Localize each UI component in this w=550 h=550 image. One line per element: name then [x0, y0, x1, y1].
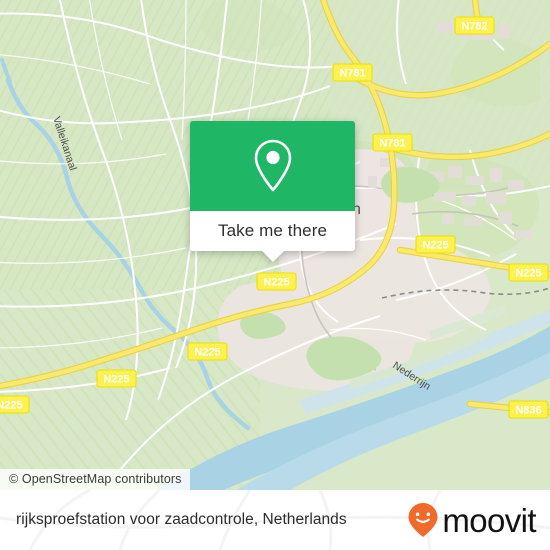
popup-header — [190, 121, 355, 211]
road-shield-n836: N836 — [508, 400, 549, 419]
moovit-pin-icon — [408, 503, 438, 537]
road-shield-n225-b: N225 — [508, 263, 549, 282]
road-shield-n782: N782 — [454, 16, 495, 35]
road-shield-label: N225 — [103, 374, 129, 386]
moovit-logo[interactable]: moovit — [407, 501, 537, 539]
location-caption: rijksproefstation voor zaadcontrole, Net… — [16, 511, 347, 528]
road-shield-label: N225 — [0, 400, 23, 412]
footer-content: rijksproefstation voor zaadcontrole, Net… — [0, 490, 550, 550]
road-shield-label: N781 — [339, 68, 365, 80]
road-shield-n781-a: N781 — [332, 63, 373, 82]
road-shield-n781-b: N781 — [372, 133, 413, 152]
moovit-wordmark: moovit — [442, 501, 536, 539]
take-me-there-button[interactable]: Take me there — [218, 221, 327, 241]
road-shield-label: N781 — [379, 138, 405, 150]
road-shield-n225-e: N225 — [96, 369, 137, 388]
moovit-map-page: Valleikanaal Nederrijn n N782 N781 N781 … — [0, 0, 550, 550]
location-popup-card[interactable]: Take me there — [190, 121, 355, 262]
road-shield-n225-f: N225 — [0, 395, 30, 414]
map-attribution[interactable]: © OpenStreetMap contributors — [0, 469, 190, 490]
road-shield-label: N225 — [263, 277, 289, 289]
road-shield-label: N225 — [515, 268, 541, 280]
road-shield-n225-d: N225 — [187, 342, 228, 361]
road-shield-n225-a: N225 — [415, 235, 456, 254]
road-shield-label: N836 — [515, 405, 541, 417]
popup-pointer-tail — [261, 251, 284, 262]
road-shield-label: N225 — [422, 240, 448, 252]
footer-bar: rijksproefstation voor zaadcontrole, Net… — [0, 490, 550, 550]
road-shield-label: N782 — [461, 21, 487, 33]
map-pin-icon — [254, 139, 291, 192]
road-shield-n225-c: N225 — [256, 272, 297, 291]
road-shield-label: N225 — [194, 347, 220, 359]
popup-footer[interactable]: Take me there — [190, 211, 355, 262]
